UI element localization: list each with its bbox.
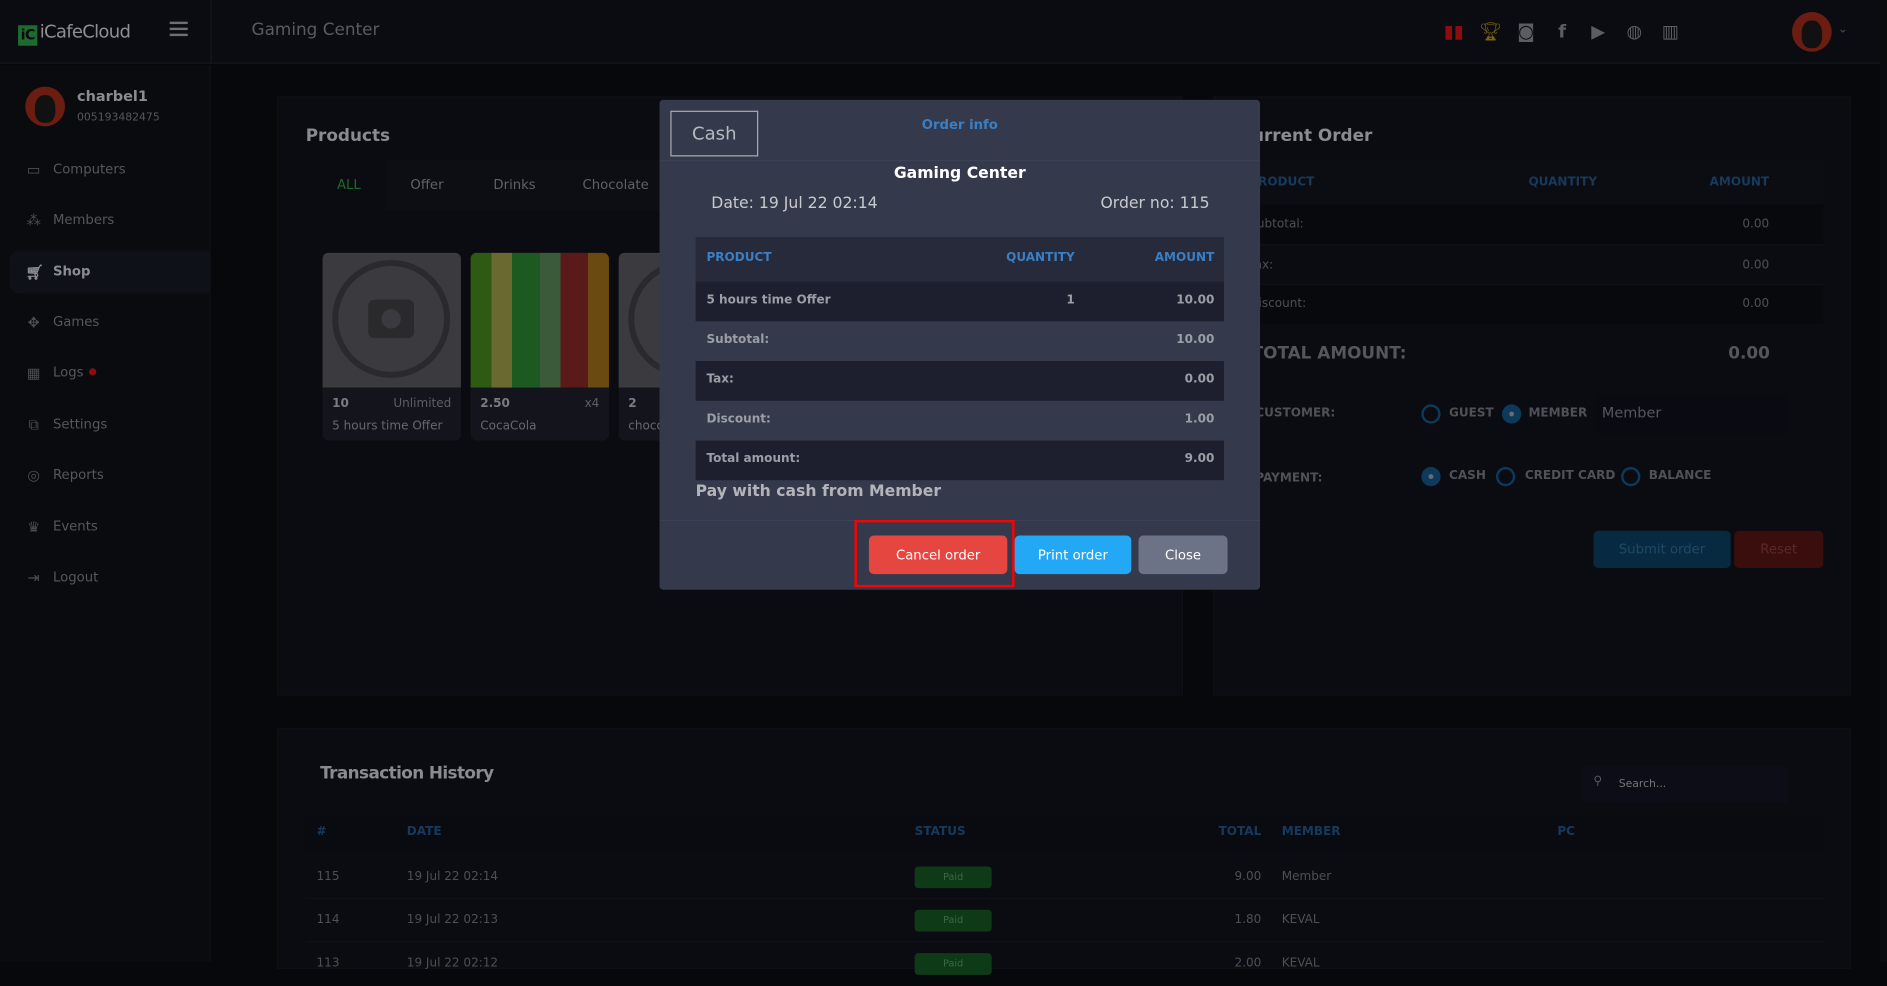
member-input[interactable]: Member xyxy=(1594,394,1788,434)
highlight-box xyxy=(854,519,1015,588)
search-icon: ⚲ xyxy=(1593,775,1603,789)
table-row: 5 hours time Offer 1 10.00 xyxy=(695,281,1224,322)
order-table-header: PRODUCT QUANTITY AMOUNT xyxy=(1239,160,1824,205)
cart-icon: 🛒︎ xyxy=(25,263,44,281)
sidebar-item-reports[interactable]: ◎ Reports xyxy=(10,454,211,497)
hamburger-menu-icon[interactable] xyxy=(169,21,188,40)
member-label: MEMBER xyxy=(1528,406,1588,421)
table-row[interactable]: 114 19 Jul 22 02:13 Paid 1.80 KEVAL xyxy=(305,899,1825,943)
shop-name: Gaming Center xyxy=(893,164,1026,183)
table-row[interactable]: 113 19 Jul 22 02:12 Paid 2.00 KEVAL xyxy=(306,942,1825,985)
search-box: ⚲ xyxy=(1582,766,1789,803)
reset-button[interactable]: Reset xyxy=(1734,530,1824,569)
sidebar-item-events[interactable]: ♛ Events xyxy=(10,505,211,548)
camera-placeholder-icon xyxy=(322,252,461,388)
sidebar-item-computers[interactable]: ▭ Computers xyxy=(10,148,211,191)
guest-radio[interactable] xyxy=(1421,404,1441,424)
subtotal-row: Subtotal: 10.00 xyxy=(706,333,1215,347)
ranking-icon[interactable]: ▮▮ xyxy=(1443,20,1465,42)
customer-label: CUSTOMER: xyxy=(1255,406,1336,421)
transaction-history-title: Transaction History xyxy=(320,764,494,784)
credit-card-radio[interactable] xyxy=(1495,466,1516,487)
monitor-icon: ▭ xyxy=(26,161,41,179)
total-row: Total amount: 9.00 xyxy=(695,440,1224,481)
product-image xyxy=(470,252,609,388)
sidebar-item-logout[interactable]: ⇥ Logout xyxy=(10,556,211,599)
logout-icon: ⇥ xyxy=(27,569,40,587)
sidebar-item-logs[interactable]: ▦ Logs xyxy=(10,351,211,394)
status-badge: Paid xyxy=(914,909,992,932)
divider xyxy=(659,160,1261,162)
member-radio[interactable] xyxy=(1501,404,1522,424)
globe-icon[interactable]: ◍ xyxy=(1624,20,1646,42)
order-number: Order no: 115 xyxy=(1100,194,1210,214)
discount-row: Discount: 1.00 xyxy=(706,412,1215,427)
tab-chocolate[interactable]: Chocolate xyxy=(582,177,648,193)
tax-row: Tax: 0.00 xyxy=(695,361,1224,401)
tab-drinks[interactable]: Drinks xyxy=(493,177,535,193)
order-table: PRODUCT QUANTITY AMOUNT 5 hours time Offer… xyxy=(695,237,1224,481)
user-name: charbel1 xyxy=(77,87,148,105)
payment-note: Pay with cash from Member xyxy=(695,482,942,501)
sidebar-item-games[interactable]: ✥ Games xyxy=(10,301,211,344)
discord-icon[interactable]: ◙ xyxy=(1515,20,1537,42)
order-row: Subtotal: 0.00 xyxy=(1239,204,1824,246)
transaction-table-header: # DATE STATUS TOTAL MEMBER PC xyxy=(305,814,1825,851)
chevron-down-icon[interactable]: ⌄ xyxy=(1838,23,1848,36)
cash-label: CASH xyxy=(1449,469,1486,483)
tab-offer[interactable]: Offer xyxy=(410,177,443,193)
status-badge: Paid xyxy=(914,866,992,889)
modal-title: Order info xyxy=(921,116,998,133)
order-row: Discount: 0.00 xyxy=(1239,285,1824,324)
sidebar-item-shop[interactable]: 🛒︎ Shop xyxy=(9,250,211,294)
user-avatar[interactable] xyxy=(1792,12,1832,52)
trophy-icon[interactable]: 🏆︎ xyxy=(1479,20,1502,42)
balance-label: BALANCE xyxy=(1648,469,1712,483)
order-row: Tax: 0.00 xyxy=(1239,246,1824,286)
close-button[interactable]: Close xyxy=(1138,535,1228,575)
table-row[interactable]: 115 19 Jul 22 02:14 Paid 9.00 Member xyxy=(305,856,1825,900)
products-title: Products xyxy=(305,126,391,146)
avatar xyxy=(25,86,65,127)
product-card[interactable]: 2.50 x4 CocaCola xyxy=(470,252,609,441)
app-logo[interactable]: iC iCafeCloud xyxy=(18,20,131,46)
scrollbar[interactable] xyxy=(1879,0,1887,962)
page-title: Gaming Center xyxy=(251,20,380,40)
facebook-icon[interactable]: f xyxy=(1551,20,1573,42)
book-icon[interactable]: ▥ xyxy=(1660,20,1682,42)
search-input[interactable] xyxy=(1618,766,1789,803)
total-amount-label: TOTAL AMOUNT: xyxy=(1251,344,1407,364)
status-badge: Paid xyxy=(914,953,992,975)
total-amount-value: 0.00 xyxy=(1728,344,1770,364)
product-card[interactable]: 10 Unlimited 5 hours time Offer xyxy=(322,252,461,441)
balance-radio[interactable] xyxy=(1621,466,1641,487)
submit-order-button[interactable]: Submit order xyxy=(1593,530,1731,569)
calendar-icon: ▦ xyxy=(26,364,41,382)
users-icon: ⁂ xyxy=(26,211,41,229)
guest-label: GUEST xyxy=(1449,406,1494,421)
order-date: Date: 19 Jul 22 02:14 xyxy=(711,194,878,214)
sidebar-item-members[interactable]: ⁂ Members xyxy=(10,199,211,242)
gamepad-icon: ✥ xyxy=(27,314,40,331)
settings-icon: ⧉ xyxy=(28,416,39,434)
reports-icon: ◎ xyxy=(27,466,40,484)
sidebar-item-settings[interactable]: ⧉ Settings xyxy=(10,403,211,446)
print-order-button[interactable]: Print order xyxy=(1014,535,1132,575)
youtube-icon[interactable]: ▶ xyxy=(1587,20,1609,42)
tab-all[interactable]: ALL xyxy=(337,177,361,193)
cash-radio[interactable] xyxy=(1421,466,1441,487)
top-bar: iC iCafeCloud Gaming Center ▮▮ 🏆︎ ◙ f ▶ ◍… xyxy=(0,0,1887,64)
notification-dot xyxy=(89,368,97,376)
credit-card-label: CREDIT CARD xyxy=(1524,469,1616,483)
divider xyxy=(210,0,212,64)
order-table-header: PRODUCT QUANTITY AMOUNT xyxy=(695,237,1224,282)
payment-label: PAYMENT: xyxy=(1255,471,1323,486)
user-id: 005193482475 xyxy=(77,111,160,124)
order-info-modal: Cash Order info Gaming Center Date: 19 J… xyxy=(659,99,1261,590)
crown-icon: ♛ xyxy=(27,518,41,536)
